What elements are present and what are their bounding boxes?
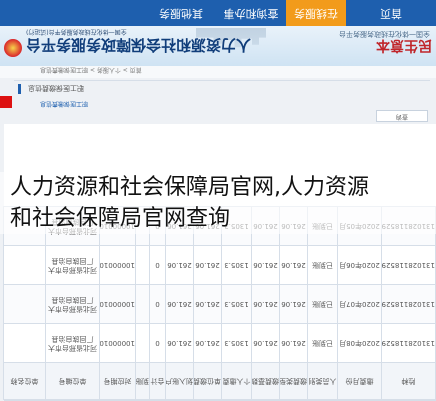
table-cell: 261.06 <box>251 245 280 285</box>
table-header: 划入账户 <box>165 362 194 400</box>
table-cell: 131028118529 <box>381 323 436 363</box>
table-header: 缴费月份 <box>337 362 382 400</box>
national-emblem-icon <box>4 39 22 57</box>
banner-slogan: 民生意本 <box>376 37 432 53</box>
table-cell: 2020年06月 <box>337 245 382 285</box>
table-cell: 河北省邢台市大厂回族自治县 <box>45 284 100 324</box>
table-header: 险种 <box>381 362 436 400</box>
caption-overlay: 人力资源和社会保障局官网,人力资源 和社会保障局官网查询 <box>0 172 436 234</box>
site-title: 人力资源和社会保障政务服务平台 <box>26 36 252 54</box>
caption-line-2: 和社会保障局官网查询 <box>10 206 231 231</box>
table-cell <box>3 284 46 324</box>
table-header: 合计 <box>149 362 166 400</box>
top-nav-bar: 首页 在线服务 查询和办事 其他服务 <box>0 0 436 26</box>
table-header-row: 险种 缴费月份 人员类别 缴费类型 缴费基数 个人缴费 单位缴费 划入账户 合计… <box>3 362 436 400</box>
table-cell <box>135 323 150 363</box>
table-cell: 已到账 <box>307 323 338 363</box>
side-marker <box>0 96 12 108</box>
table-cell: 261.06 <box>165 245 194 285</box>
table-cell: 261.06 <box>165 323 194 363</box>
table-cell: 100000104953886 <box>99 323 136 363</box>
site-banner: 民生意本 全国一体化在线政务服务平台 人力资源和社会保障政务服务平台 全国一体化… <box>0 26 436 66</box>
section-title: 职工医保缴费信息 <box>28 84 84 92</box>
table-cell: 131028118529 <box>381 245 436 285</box>
table-header: 到账标志 <box>135 362 150 400</box>
table-cell <box>3 323 46 363</box>
table-cell: 100000101755948 <box>99 245 136 285</box>
table-cell: 261.06 <box>251 284 280 324</box>
table-cell <box>3 245 46 285</box>
table-cell: 1305.3 <box>221 245 252 285</box>
table-cell: 2020年07月 <box>337 284 382 324</box>
table-cell: 100000103986826 <box>99 284 136 324</box>
table-header: 缴费基数 <box>251 362 280 400</box>
table-row: 131028118529 2020年07月 已到账 261.06 261.06 … <box>3 284 436 324</box>
table-cell: 河北省邢台市大厂回族自治县 <box>45 323 100 363</box>
table-header: 单位编号 <box>45 362 100 400</box>
table-cell: 0 <box>149 245 166 285</box>
caption-line-1: 人力资源和社会保障局官网,人力资源 <box>10 175 369 200</box>
table-cell <box>135 284 150 324</box>
banner-slogan-sub: 全国一体化在线政务服务平台 <box>339 30 430 38</box>
table-cell: 河北省邢台市大厂回族自治县 <box>45 245 100 285</box>
table-cell: 261.06 <box>279 245 308 285</box>
section-accent-bar <box>18 84 21 94</box>
table-cell: 131028118529 <box>381 284 436 324</box>
table-header: 缴费类型 <box>279 362 308 400</box>
table-cell: 已到账 <box>307 245 338 285</box>
table-row: 131028118529 2020年06月 已到账 261.06 261.06 … <box>3 245 436 285</box>
table-header: 单位缴费 <box>193 362 222 400</box>
nav-item-query[interactable]: 查询和办事 <box>216 0 286 26</box>
table-cell: 0 <box>149 323 166 363</box>
table-cell: 261.06 <box>279 284 308 324</box>
site-subtitle: 全国一体化在线政务服务平台(试运行) <box>26 28 127 35</box>
table-cell: 0 <box>149 284 166 324</box>
section-header: 职工医保缴费信息 <box>14 80 430 97</box>
query-button[interactable]: 查询 <box>376 110 428 122</box>
breadcrumb-text: 首页 > 个人服务 > 职工医保缴费信息 <box>40 66 142 73</box>
table-header: 单位名称 <box>3 362 46 400</box>
breadcrumb: 首页 > 个人服务 > 职工医保缴费信息 <box>0 66 436 78</box>
sub-title: 职工医保缴费信息 <box>40 100 89 107</box>
payment-table: 险种 缴费月份 人员类别 缴费类型 缴费基数 个人缴费 单位缴费 划入账户 合计… <box>3 124 436 401</box>
table-cell: 261.06 <box>251 323 280 363</box>
nav-item-online-service[interactable]: 在线服务 <box>286 0 346 26</box>
nav-item-home[interactable]: 首页 <box>346 0 436 26</box>
table-header: 对应期号 <box>99 362 136 400</box>
table-cell: 1305.3 <box>221 284 252 324</box>
table-cell: 1305.3 <box>221 323 252 363</box>
table-header: 个人缴费 <box>221 362 252 400</box>
nav-item-other[interactable]: 其他服务 <box>146 0 216 26</box>
table-header: 人员类别 <box>307 362 338 400</box>
table-cell: 261.06 <box>193 323 222 363</box>
table-cell <box>135 245 150 285</box>
table-row: 131028118529 2020年08月 已到账 261.06 261.06 … <box>3 323 436 363</box>
table-cell: 261.06 <box>193 284 222 324</box>
table-cell: 2020年08月 <box>337 323 382 363</box>
table-cell: 261.06 <box>279 323 308 363</box>
table-cell: 261.06 <box>165 284 194 324</box>
table-cell: 261.06 <box>193 245 222 285</box>
table-cell: 已到账 <box>307 284 338 324</box>
